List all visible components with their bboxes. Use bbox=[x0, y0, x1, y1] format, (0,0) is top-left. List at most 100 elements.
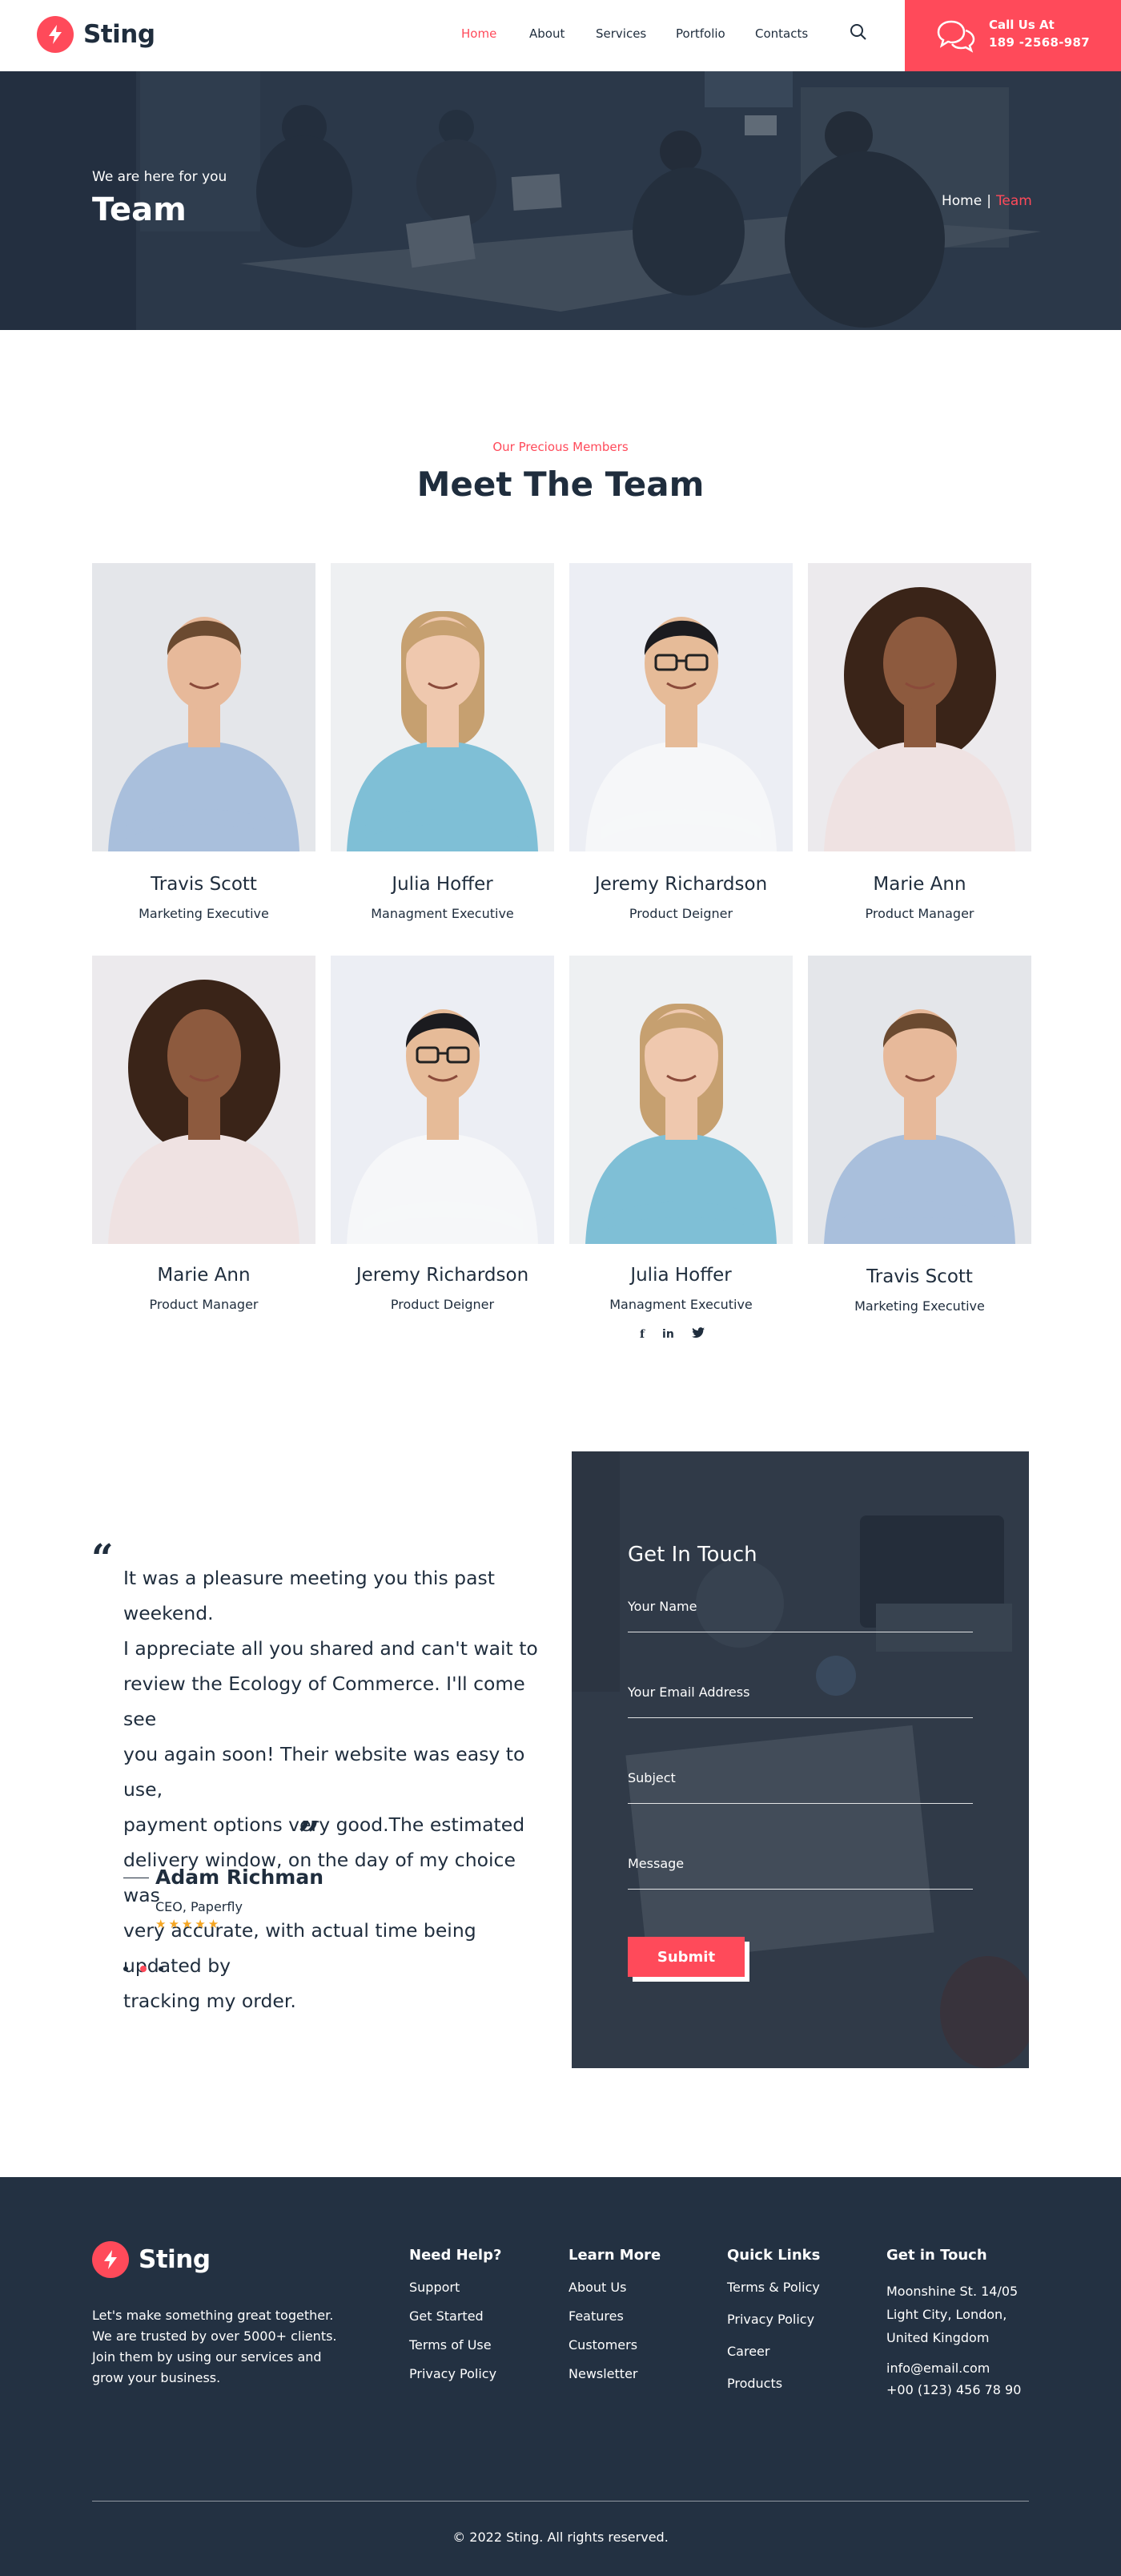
member-name: Jeremy Richardson bbox=[594, 874, 768, 895]
footer-col-title: Get in Touch bbox=[886, 2247, 987, 2264]
open-quote-icon: “ bbox=[91, 1536, 114, 1581]
site-footer: Sting Let's make something great togethe… bbox=[0, 2177, 1121, 2576]
lightning-bolt-icon bbox=[37, 16, 74, 53]
member-role: Marketing Executive bbox=[854, 1298, 985, 1314]
team-member-card[interactable]: Jeremy Richardson Product Deigner bbox=[569, 563, 793, 921]
chat-bubbles-icon bbox=[937, 19, 975, 56]
breadcrumb-home[interactable]: Home bbox=[942, 193, 982, 209]
footer-link[interactable]: Privacy Policy bbox=[409, 2366, 501, 2381]
copyright: © 2022 Sting. All rights reserved. bbox=[452, 2530, 669, 2545]
member-name: Marie Ann bbox=[157, 1265, 251, 1286]
main-nav: Home About Services Portfolio Contacts bbox=[461, 26, 808, 41]
testimonial-line: I appreciate all you shared and can't wa… bbox=[123, 1637, 538, 1660]
name-field-wrapper bbox=[628, 1594, 973, 1632]
footer-col-need-help: Need Help? Support Get Started Terms of … bbox=[409, 2247, 501, 2381]
email-field[interactable] bbox=[628, 1680, 973, 1700]
logo[interactable]: Sting bbox=[37, 16, 155, 53]
footer-logo-text: Sting bbox=[139, 2245, 211, 2274]
team-member-card[interactable]: Julia Hoffer Managment Executive bbox=[331, 563, 554, 921]
slider-dot[interactable] bbox=[159, 1966, 163, 1971]
team-member-card[interactable]: Travis Scott Marketing Executive bbox=[92, 563, 315, 921]
section-eyebrow: Our Precious Members bbox=[492, 440, 629, 454]
testimonial-text: It was a pleasure meeting you this past … bbox=[123, 1560, 549, 2019]
footer-col-title: Quick Links bbox=[727, 2247, 821, 2264]
team-member-card[interactable]: Julia Hoffer Managment Executive bbox=[569, 956, 793, 1312]
footer-link[interactable]: Customers bbox=[569, 2337, 661, 2353]
testimonial-line: you again soon! Their website was easy t… bbox=[123, 1743, 525, 1801]
name-field[interactable] bbox=[628, 1594, 973, 1614]
footer-col-title: Learn More bbox=[569, 2247, 661, 2264]
footer-link[interactable]: Terms & Policy bbox=[727, 2280, 820, 2295]
team-member-card[interactable]: Marie Ann Product Manager bbox=[92, 956, 315, 1312]
footer-link[interactable]: Get Started bbox=[409, 2308, 501, 2324]
breadcrumb-separator: | bbox=[986, 193, 991, 209]
footer-link[interactable]: Features bbox=[569, 2308, 661, 2324]
subject-field[interactable] bbox=[628, 1765, 973, 1785]
footer-logo[interactable]: Sting bbox=[92, 2241, 211, 2278]
footer-col-title: Need Help? bbox=[409, 2247, 502, 2264]
hero-subtitle: We are here for you bbox=[92, 169, 227, 185]
call-number[interactable]: 189 -2568-987 bbox=[989, 35, 1090, 50]
page-hero: We are here for you Team Home | Team bbox=[0, 71, 1121, 330]
member-photo bbox=[569, 956, 793, 1244]
message-field-wrapper bbox=[628, 1851, 973, 1890]
lightning-bolt-icon bbox=[92, 2241, 129, 2278]
footer-link[interactable]: Support bbox=[409, 2280, 501, 2295]
team-member-card[interactable]: Jeremy Richardson Product Deigner bbox=[331, 956, 554, 1312]
member-name: Julia Hoffer bbox=[630, 1265, 732, 1286]
slider-dot[interactable] bbox=[123, 1966, 128, 1971]
footer-address: Moonshine St. 14/05 Light City, London, … bbox=[886, 2280, 1031, 2349]
footer-link[interactable]: Career bbox=[727, 2344, 820, 2359]
footer-link[interactable]: Products bbox=[727, 2376, 820, 2391]
nav-item-home[interactable]: Home bbox=[461, 26, 496, 41]
member-role: Product Deigner bbox=[390, 1297, 495, 1312]
form-title: Get In Touch bbox=[628, 1543, 757, 1567]
submit-wrapper: Submit bbox=[628, 1937, 749, 1982]
email-field-wrapper bbox=[628, 1680, 973, 1718]
footer-link[interactable]: Newsletter bbox=[569, 2366, 661, 2381]
footer-phone[interactable]: +00 (123) 456 78 90 bbox=[886, 2382, 1031, 2397]
footer-link[interactable]: Privacy Policy bbox=[727, 2312, 820, 2327]
member-role: Marketing Executive bbox=[139, 906, 269, 921]
section-title: Meet The Team bbox=[416, 465, 705, 504]
page-title: Team bbox=[92, 191, 187, 228]
twitter-icon[interactable] bbox=[691, 1326, 705, 1342]
close-quote-icon: ” bbox=[298, 1813, 320, 1858]
breadcrumb-current: Team bbox=[995, 193, 1032, 209]
slider-dot-active[interactable] bbox=[140, 1966, 147, 1972]
member-photo bbox=[331, 956, 554, 1244]
contact-form: Get In Touch Submit bbox=[572, 1451, 1029, 2068]
author-name: Adam Richman bbox=[155, 1866, 324, 1889]
testimonial-line: payment options very good.The estimated bbox=[123, 1813, 525, 1836]
footer-link[interactable]: About Us bbox=[569, 2280, 661, 2295]
footer-address-line: Moonshine St. 14/05 bbox=[886, 2284, 1019, 2299]
member-name: Jeremy Richardson bbox=[356, 1265, 529, 1286]
submit-button[interactable]: Submit bbox=[628, 1937, 745, 1977]
message-field[interactable] bbox=[628, 1851, 973, 1871]
testimonial-line: review the Ecology of Commerce. I'll com… bbox=[123, 1672, 525, 1730]
star-rating: ★★★★★ bbox=[155, 1917, 222, 1931]
member-role: Product Manager bbox=[865, 906, 974, 921]
footer-col-get-in-touch: Get in Touch Moonshine St. 14/05 Light C… bbox=[886, 2247, 1031, 2397]
site-header: Sting Home About Services Portfolio Cont… bbox=[0, 0, 1121, 71]
nav-item-about[interactable]: About bbox=[529, 26, 565, 41]
call-title: Call Us At bbox=[989, 18, 1055, 32]
footer-about: Let's make something great together. We … bbox=[92, 2308, 337, 2385]
facebook-icon[interactable]: f bbox=[640, 1328, 645, 1341]
member-role: Product Deigner bbox=[629, 906, 733, 921]
member-role: Managment Executive bbox=[609, 1297, 753, 1312]
nav-item-services[interactable]: Services bbox=[596, 26, 646, 41]
nav-item-portfolio[interactable]: Portfolio bbox=[676, 26, 725, 41]
team-member-card[interactable]: Marie Ann Product Manager bbox=[808, 563, 1031, 921]
author-role: CEO, Paperfly bbox=[155, 1899, 243, 1914]
team-member-card[interactable]: Travis Scott Marketing Executive bbox=[808, 956, 1031, 1314]
nav-item-contacts[interactable]: Contacts bbox=[755, 26, 808, 41]
footer-email[interactable]: info@email.com bbox=[886, 2361, 1031, 2376]
call-us-box[interactable]: Call Us At 189 -2568-987 bbox=[905, 0, 1121, 71]
member-photo bbox=[331, 563, 554, 851]
footer-link[interactable]: Terms of Use bbox=[409, 2337, 501, 2353]
linkedin-icon[interactable]: in bbox=[662, 1328, 674, 1341]
search-icon[interactable] bbox=[850, 23, 867, 44]
slider-dots bbox=[123, 1966, 163, 1972]
member-role: Managment Executive bbox=[371, 906, 514, 921]
